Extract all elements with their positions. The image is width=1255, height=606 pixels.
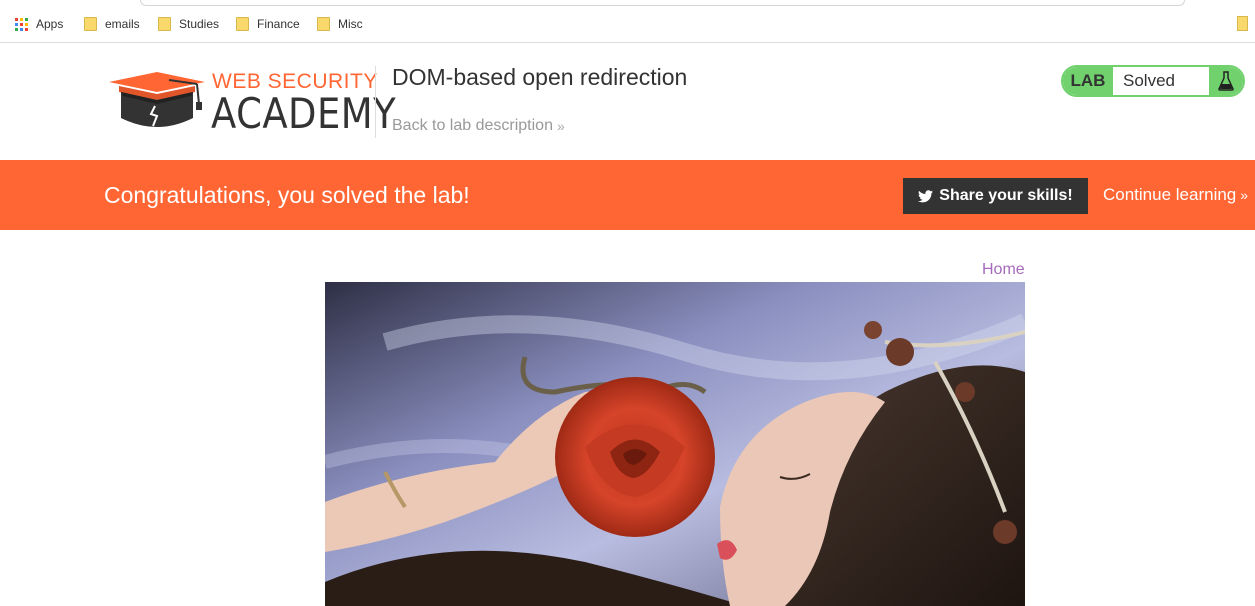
bookmark-studies[interactable]: Studies (158, 16, 219, 32)
graduation-cap-icon (109, 72, 205, 127)
continue-link-label: Continue learning (1103, 185, 1237, 204)
lab-solved-banner: Congratulations, you solved the lab! Sha… (0, 160, 1255, 230)
lab-status-text: Solved (1123, 71, 1175, 90)
lab-header: WEB SECURITY ACADEMY DOM-based open redi… (0, 43, 1255, 160)
share-button-label: Share your skills! (939, 187, 1073, 204)
apps-grid-icon (15, 17, 28, 31)
lab-tag: LAB (1063, 67, 1113, 95)
double-chevron-right-icon: » (556, 118, 565, 134)
congratulations-message: Congratulations, you solved the lab! (104, 182, 470, 208)
blog-post-image (325, 282, 1025, 606)
back-link-label: Back to lab description (392, 117, 553, 134)
double-chevron-right-icon: » (1240, 187, 1249, 203)
address-bar-edge (140, 0, 1185, 6)
flask-icon (1209, 67, 1243, 95)
bookmark-label: Finance (257, 17, 300, 31)
bookmark-label: emails (105, 17, 140, 31)
bookmark-apps[interactable]: Apps (15, 16, 63, 32)
home-link[interactable]: Home (982, 261, 1025, 279)
bookmark-emails[interactable]: emails (84, 16, 140, 32)
bookmark-misc[interactable]: Misc (317, 16, 363, 32)
folder-icon (158, 17, 171, 31)
back-to-lab-description-link[interactable]: Back to lab description » (392, 117, 565, 135)
bookmark-label: Apps (36, 17, 64, 31)
folder-icon (317, 17, 330, 31)
bookmarks-bar: Apps emails Studies Finance Misc (0, 0, 1255, 43)
bookmark-label: Misc (338, 17, 363, 31)
web-security-academy-logo[interactable]: WEB SECURITY ACADEMY (107, 70, 396, 138)
bookmark-label: Studies (179, 17, 220, 31)
lab-title: DOM-based open redirection (392, 64, 688, 90)
bookmark-finance[interactable]: Finance (236, 16, 300, 32)
other-bookmarks-folder-icon[interactable] (1237, 16, 1248, 31)
header-divider (375, 66, 376, 138)
folder-icon (84, 17, 97, 31)
twitter-icon (918, 189, 934, 203)
continue-learning-link[interactable]: Continue learning » (1103, 185, 1248, 205)
share-your-skills-button[interactable]: Share your skills! (903, 178, 1088, 214)
folder-icon (236, 17, 249, 31)
lab-status-badge: LAB Solved (1061, 65, 1245, 97)
logo-text-bottom: ACADEMY (211, 89, 397, 138)
